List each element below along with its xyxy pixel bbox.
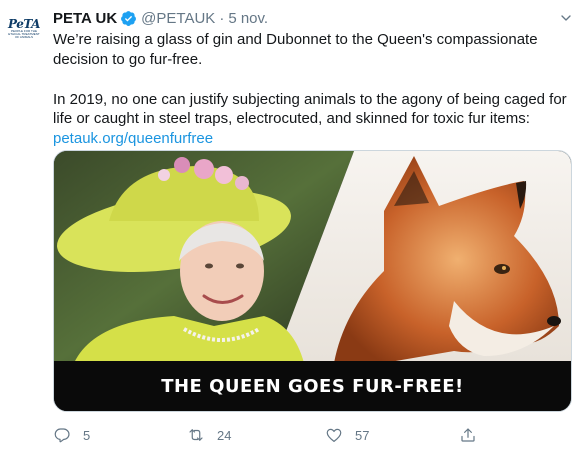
avatar[interactable]: PeTA PEOPLE FOR THE ETHICAL TREATMENT OF… (6, 8, 42, 44)
tweet-actions: 5 24 57 (53, 424, 493, 446)
tweet-link[interactable]: petauk.org/queenfurfree (53, 130, 213, 147)
media-banner-text: THE QUEEN GOES FUR-FREE! (54, 361, 571, 411)
reply-count: 5 (83, 427, 91, 443)
media-illustration (54, 151, 571, 363)
peta-logo-tagline: PEOPLE FOR THE ETHICAL TREATMENT OF ANIM… (8, 29, 40, 39)
display-name[interactable]: PETA UK (53, 10, 117, 27)
reply-icon (54, 428, 70, 443)
tweet-paragraph-2-text: In 2019, no one can justify subjecting a… (53, 90, 567, 128)
tweet-media-image[interactable]: THE QUEEN GOES FUR-FREE! (53, 150, 572, 412)
handle[interactable]: @PETAUK (141, 10, 215, 27)
like-button[interactable]: 57 (325, 426, 369, 444)
tweet-paragraph-1: We’re raising a glass of gin and Dubonne… (53, 31, 538, 68)
tweet-header: PETA UK @PETAUK · 5 nov. (53, 8, 268, 28)
tweet-text: We’re raising a glass of gin and Dubonne… (53, 30, 578, 149)
chevron-down-icon[interactable] (558, 10, 574, 26)
heart-icon (326, 428, 342, 442)
retweet-button[interactable]: 24 (187, 426, 231, 444)
retweet-icon (189, 429, 203, 441)
retweet-count: 24 (217, 427, 232, 443)
reply-button[interactable]: 5 (53, 426, 90, 444)
separator-dot: · (219, 9, 225, 27)
share-icon (461, 428, 475, 442)
share-button[interactable] (459, 426, 477, 444)
tweet-paragraph-2: In 2019, no one can justify subjecting a… (53, 90, 578, 149)
like-count: 57 (355, 427, 370, 443)
verified-badge-icon (121, 10, 137, 26)
timestamp[interactable]: 5 nov. (228, 10, 268, 27)
